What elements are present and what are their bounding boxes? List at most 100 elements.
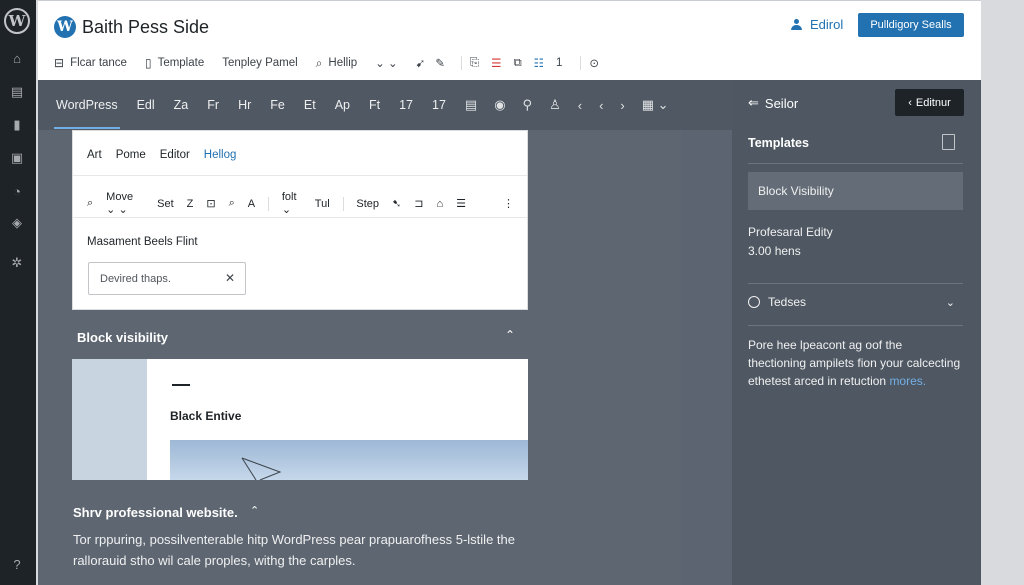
tab-wordpress[interactable]: WordPress xyxy=(54,98,120,129)
nav-link-hellog[interactable]: Hellog xyxy=(204,149,237,161)
tab-ap[interactable]: Ap xyxy=(335,98,350,112)
toolbar-item-template[interactable]: ▯ Template xyxy=(145,56,204,70)
target-icon[interactable]: ◉ xyxy=(494,97,505,113)
block-visibility-heading[interactable]: Block visibility xyxy=(77,330,168,345)
chevron-left-icon[interactable]: ‹ xyxy=(599,98,603,113)
plugins-icon[interactable]: ◈ xyxy=(9,215,25,231)
number-icon[interactable]: 1 xyxy=(556,57,562,69)
close-icon[interactable]: ✕ xyxy=(225,271,235,285)
pages-icon[interactable]: ▣ xyxy=(9,150,25,166)
templates-heading: Templates xyxy=(748,136,809,150)
pen-icon[interactable]: ✎ xyxy=(435,56,445,70)
search-icon[interactable]: ⌕ xyxy=(229,197,235,210)
more-link[interactable]: mores. xyxy=(889,374,926,388)
chevron-down-icon: ⌄ xyxy=(945,296,955,309)
home-icon[interactable]: ⌂ xyxy=(9,50,25,66)
nav-item-editor[interactable]: Editor xyxy=(160,149,190,161)
help-icon[interactable]: ? xyxy=(9,556,25,572)
promo-title: Shrv professional website. xyxy=(73,505,238,520)
bullet-list-icon[interactable]: ☷ xyxy=(534,56,544,70)
lock-icon[interactable]: ▮ xyxy=(9,117,25,133)
copy-icon[interactable]: ⧉ xyxy=(513,57,521,70)
toolbar-item-panel[interactable]: Tenpley Pamel xyxy=(222,57,297,69)
format-toolbar: ⌕ Move ⌄ ⌄ Set Z ⊡ ⌕ A folt ⌄ Tul Step ➷… xyxy=(87,191,527,216)
divider xyxy=(73,175,527,176)
appearance-icon[interactable]: ◔ xyxy=(9,183,25,199)
tab-ft[interactable]: Ft xyxy=(369,98,380,112)
tab-fe[interactable]: Fe xyxy=(270,98,285,112)
font-dropdown[interactable]: folt ⌄ xyxy=(282,191,302,216)
arrow-icon[interactable]: ➹ xyxy=(416,56,426,70)
inner-heading: Masament Beels Flint xyxy=(87,236,198,248)
divider xyxy=(748,163,963,164)
user-link[interactable]: Edirol xyxy=(791,17,843,32)
home-icon[interactable]: ⌂ xyxy=(436,198,443,210)
right-margin xyxy=(981,0,1024,585)
preview-sidebar xyxy=(72,359,147,480)
nav-item-art[interactable]: Art xyxy=(87,149,102,161)
tab-et[interactable]: Et xyxy=(304,98,316,112)
toolbar-divider xyxy=(580,56,582,70)
text-input[interactable]: Devired thaps. ✕ xyxy=(88,262,246,295)
layout-icon: ⊟ xyxy=(54,56,65,70)
divider xyxy=(748,283,963,284)
list-icon[interactable]: ☰ xyxy=(491,56,501,70)
info-icon[interactable]: ⊙ xyxy=(589,56,599,70)
cursor-icon[interactable]: ➷ xyxy=(392,197,401,210)
editor-button[interactable]: ‹ Editnur xyxy=(895,89,964,116)
link-icon[interactable]: ⚲ xyxy=(523,97,533,113)
bracket-icon[interactable]: ⊐ xyxy=(414,197,423,210)
tab-17b[interactable]: 17 xyxy=(432,98,446,112)
admin-sidebar: W ⌂ ▤ ▮ ▣ ◔ ◈ ✲ ? xyxy=(0,0,36,585)
toolbar-label: Template xyxy=(157,57,205,69)
kite-icon xyxy=(241,457,282,480)
site-title[interactable]: Baith Pess Side xyxy=(82,17,209,38)
toolbar-label: Hellip xyxy=(328,57,358,69)
editor-button-label: Editnur xyxy=(915,96,951,109)
settings-description: Pore hee lpeacont ag oof the thectioning… xyxy=(748,336,963,390)
tab-edl[interactable]: Edl xyxy=(137,98,155,112)
nav-item-pome[interactable]: Pome xyxy=(116,149,146,161)
person-icon[interactable]: ♙ xyxy=(549,97,561,113)
site-logo-icon[interactable]: W xyxy=(54,16,76,38)
wordpress-logo-icon[interactable]: W xyxy=(4,8,30,34)
caret-icon[interactable]: ‹ xyxy=(578,98,582,113)
z-button[interactable]: Z xyxy=(187,198,194,210)
move-dropdown[interactable]: Move ⌄ ⌄ xyxy=(106,191,144,216)
more-icon[interactable]: ⋮ xyxy=(503,197,514,210)
tab-za[interactable]: Za xyxy=(174,98,189,112)
clock-icon xyxy=(748,296,760,308)
collapsible-row[interactable]: Tedses ⌄ xyxy=(748,295,963,309)
tul-button[interactable]: Tul xyxy=(315,198,330,210)
preview-image xyxy=(170,440,528,480)
chevron-up-icon[interactable]: ⌃ xyxy=(250,504,259,517)
tab-fr[interactable]: Fr xyxy=(207,98,219,112)
chevron-right-icon[interactable]: › xyxy=(620,98,624,113)
share-icon[interactable]: ⎘ xyxy=(470,57,479,70)
tab-hr[interactable]: Hr xyxy=(238,98,251,112)
settings-icon[interactable]: ✲ xyxy=(9,255,25,271)
selected-template[interactable]: Block Visibility xyxy=(748,172,963,210)
set-button[interactable]: Set xyxy=(157,198,174,210)
step-button[interactable]: Step xyxy=(356,198,379,210)
chevron-up-icon[interactable]: ⌃ xyxy=(505,328,515,342)
document-icon[interactable] xyxy=(942,134,955,150)
header-toolbar: ⊟ Flcar tance ▯ Template Tenpley Pamel ⌕… xyxy=(54,53,617,73)
publish-button[interactable]: Pulldigory Sealls xyxy=(858,13,964,37)
meta-value: 3.00 hens xyxy=(748,244,801,258)
back-button[interactable]: ⇐ Seilor xyxy=(748,95,798,111)
list-icon[interactable]: ☰ xyxy=(456,197,466,210)
text-icon[interactable]: A xyxy=(248,198,255,210)
lock-icon[interactable]: ⊡ xyxy=(206,197,215,210)
chevron-down-icon[interactable]: ⌄ ⌄ xyxy=(375,56,397,70)
tab-17a[interactable]: 17 xyxy=(399,98,413,112)
grid-icon[interactable]: ▦ ⌄ xyxy=(642,97,669,113)
collapsible-label: Tedses xyxy=(768,295,807,309)
toolbar-item-layout[interactable]: ⊟ Flcar tance xyxy=(54,56,127,70)
table-icon[interactable]: ▤ xyxy=(465,97,477,113)
toolbar-label: Flcar tance xyxy=(70,57,127,69)
search-icon[interactable]: ⌕ xyxy=(87,197,93,210)
toolbar-item-help[interactable]: ⌕ Hellip xyxy=(316,56,358,71)
posts-icon[interactable]: ▤ xyxy=(9,84,25,100)
back-label: Seilor xyxy=(764,95,799,111)
